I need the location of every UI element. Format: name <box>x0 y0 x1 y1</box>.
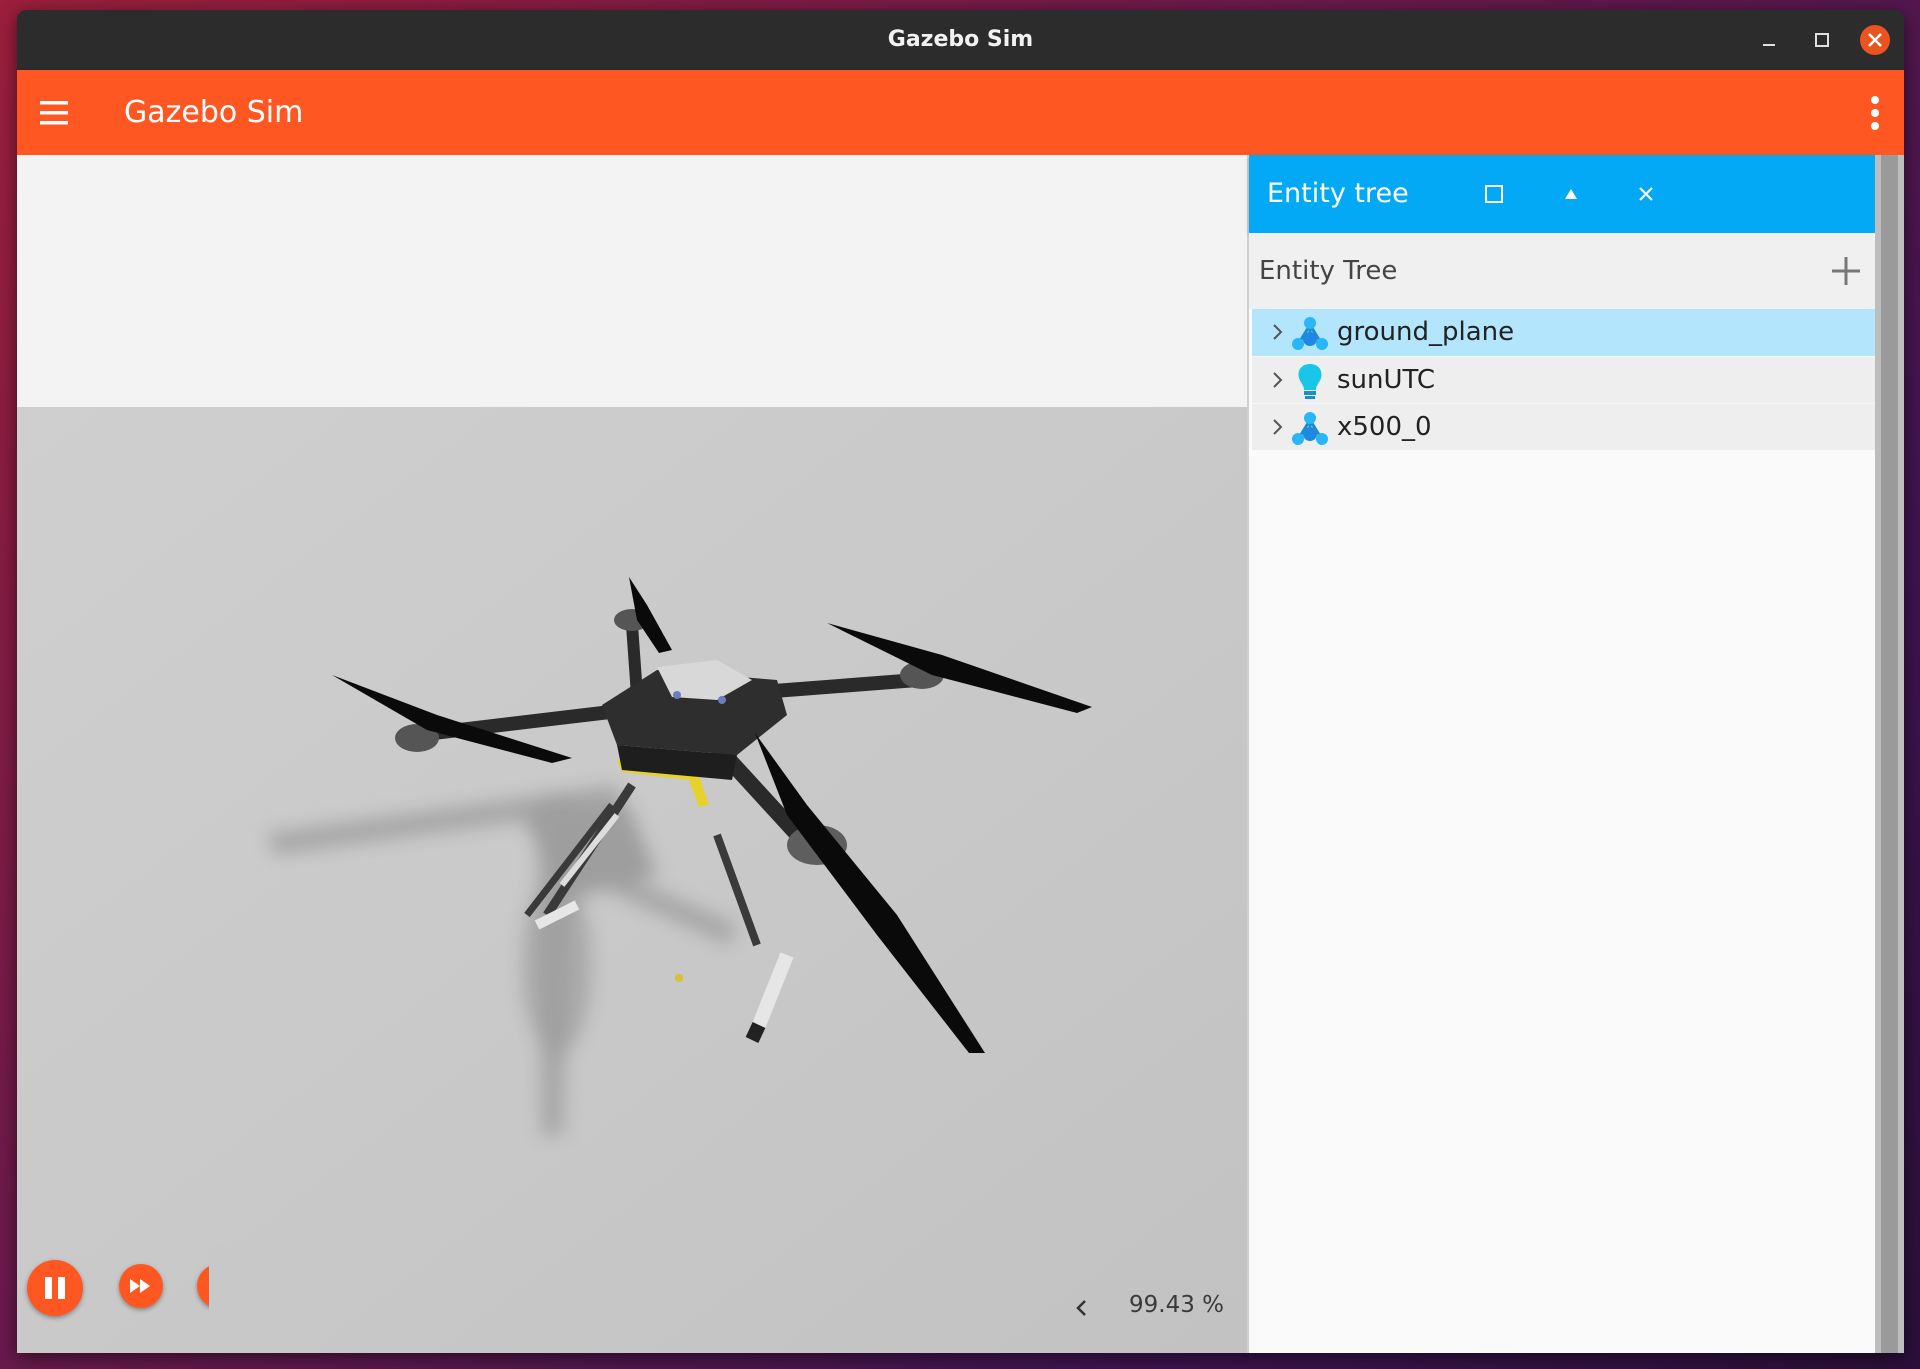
maximize-button[interactable] <box>1804 22 1840 58</box>
tree-row-ground-plane[interactable]: ground_plane <box>1252 309 1875 356</box>
minimize-button[interactable] <box>1751 22 1787 58</box>
vertical-dots-icon <box>1871 96 1879 130</box>
entity-label: x500_0 <box>1337 412 1432 442</box>
app-toolbar: Gazebo Sim <box>17 70 1904 155</box>
expand-chevron-icon[interactable] <box>1266 416 1288 438</box>
close-window-button[interactable] <box>1857 22 1893 58</box>
play-pause-button[interactable] <box>27 1260 83 1316</box>
rtf-collapse-button[interactable] <box>1069 1295 1095 1321</box>
overflow-menu-button[interactable] <box>1860 92 1890 134</box>
collapse-icon <box>1565 189 1577 199</box>
plus-icon <box>1832 257 1860 285</box>
app-window: Gazebo Sim Gazebo Sim 99.43 % Entity tre… <box>17 10 1904 1353</box>
close-panel-button[interactable] <box>1629 177 1663 211</box>
close-icon <box>1639 187 1653 201</box>
fast-forward-icon <box>130 1279 150 1293</box>
light-bulb-icon <box>1290 361 1330 401</box>
add-entity-button[interactable] <box>1829 254 1863 288</box>
app-title: Gazebo Sim <box>124 95 304 130</box>
window-title: Gazebo Sim <box>887 27 1034 52</box>
panel-scrollbar[interactable] <box>1875 155 1904 1353</box>
scene-render <box>17 155 1247 1353</box>
dock-icon <box>1485 185 1503 203</box>
maximize-icon <box>1815 33 1829 47</box>
window-titlebar[interactable]: Gazebo Sim <box>17 10 1904 70</box>
sky-background <box>17 155 1247 407</box>
model-icon <box>1290 313 1330 353</box>
hamburger-menu-button[interactable] <box>35 93 75 133</box>
real-time-factor: 99.43 % <box>1129 1292 1225 1318</box>
panel-title: Entity tree <box>1267 178 1409 209</box>
model-icon <box>1290 408 1330 448</box>
scrollbar-thumb[interactable] <box>1881 155 1898 1353</box>
entity-tree-title: Entity Tree <box>1259 256 1398 286</box>
collapse-panel-button[interactable] <box>1554 177 1588 211</box>
panel-header: Entity tree <box>1249 155 1877 233</box>
close-icon <box>1860 25 1890 55</box>
dock-button[interactable] <box>1477 177 1511 211</box>
expand-chevron-icon[interactable] <box>1266 321 1288 343</box>
tree-row-sun-utc[interactable]: sunUTC <box>1252 356 1875 403</box>
entity-tree-header: Entity Tree <box>1249 233 1875 309</box>
entity-label: ground_plane <box>1337 317 1515 347</box>
entity-label: sunUTC <box>1337 365 1436 395</box>
tree-row-x500[interactable]: x500_0 <box>1252 403 1875 450</box>
expand-chevron-icon[interactable] <box>1266 369 1288 391</box>
scene-3d-viewport[interactable]: 99.43 % <box>17 155 1247 1353</box>
main-content: 99.43 % Entity tree Entity Tree ground_p… <box>17 155 1904 1353</box>
minimize-icon <box>1763 44 1775 46</box>
step-forward-button[interactable] <box>119 1264 163 1308</box>
entity-tree-panel: Entity tree Entity Tree ground_plane sun… <box>1247 155 1877 1353</box>
hamburger-menu-icon <box>40 101 68 125</box>
controls-overflow-mask <box>209 1245 249 1353</box>
chevron-left-icon <box>1076 1300 1086 1316</box>
pause-icon <box>45 1277 65 1299</box>
